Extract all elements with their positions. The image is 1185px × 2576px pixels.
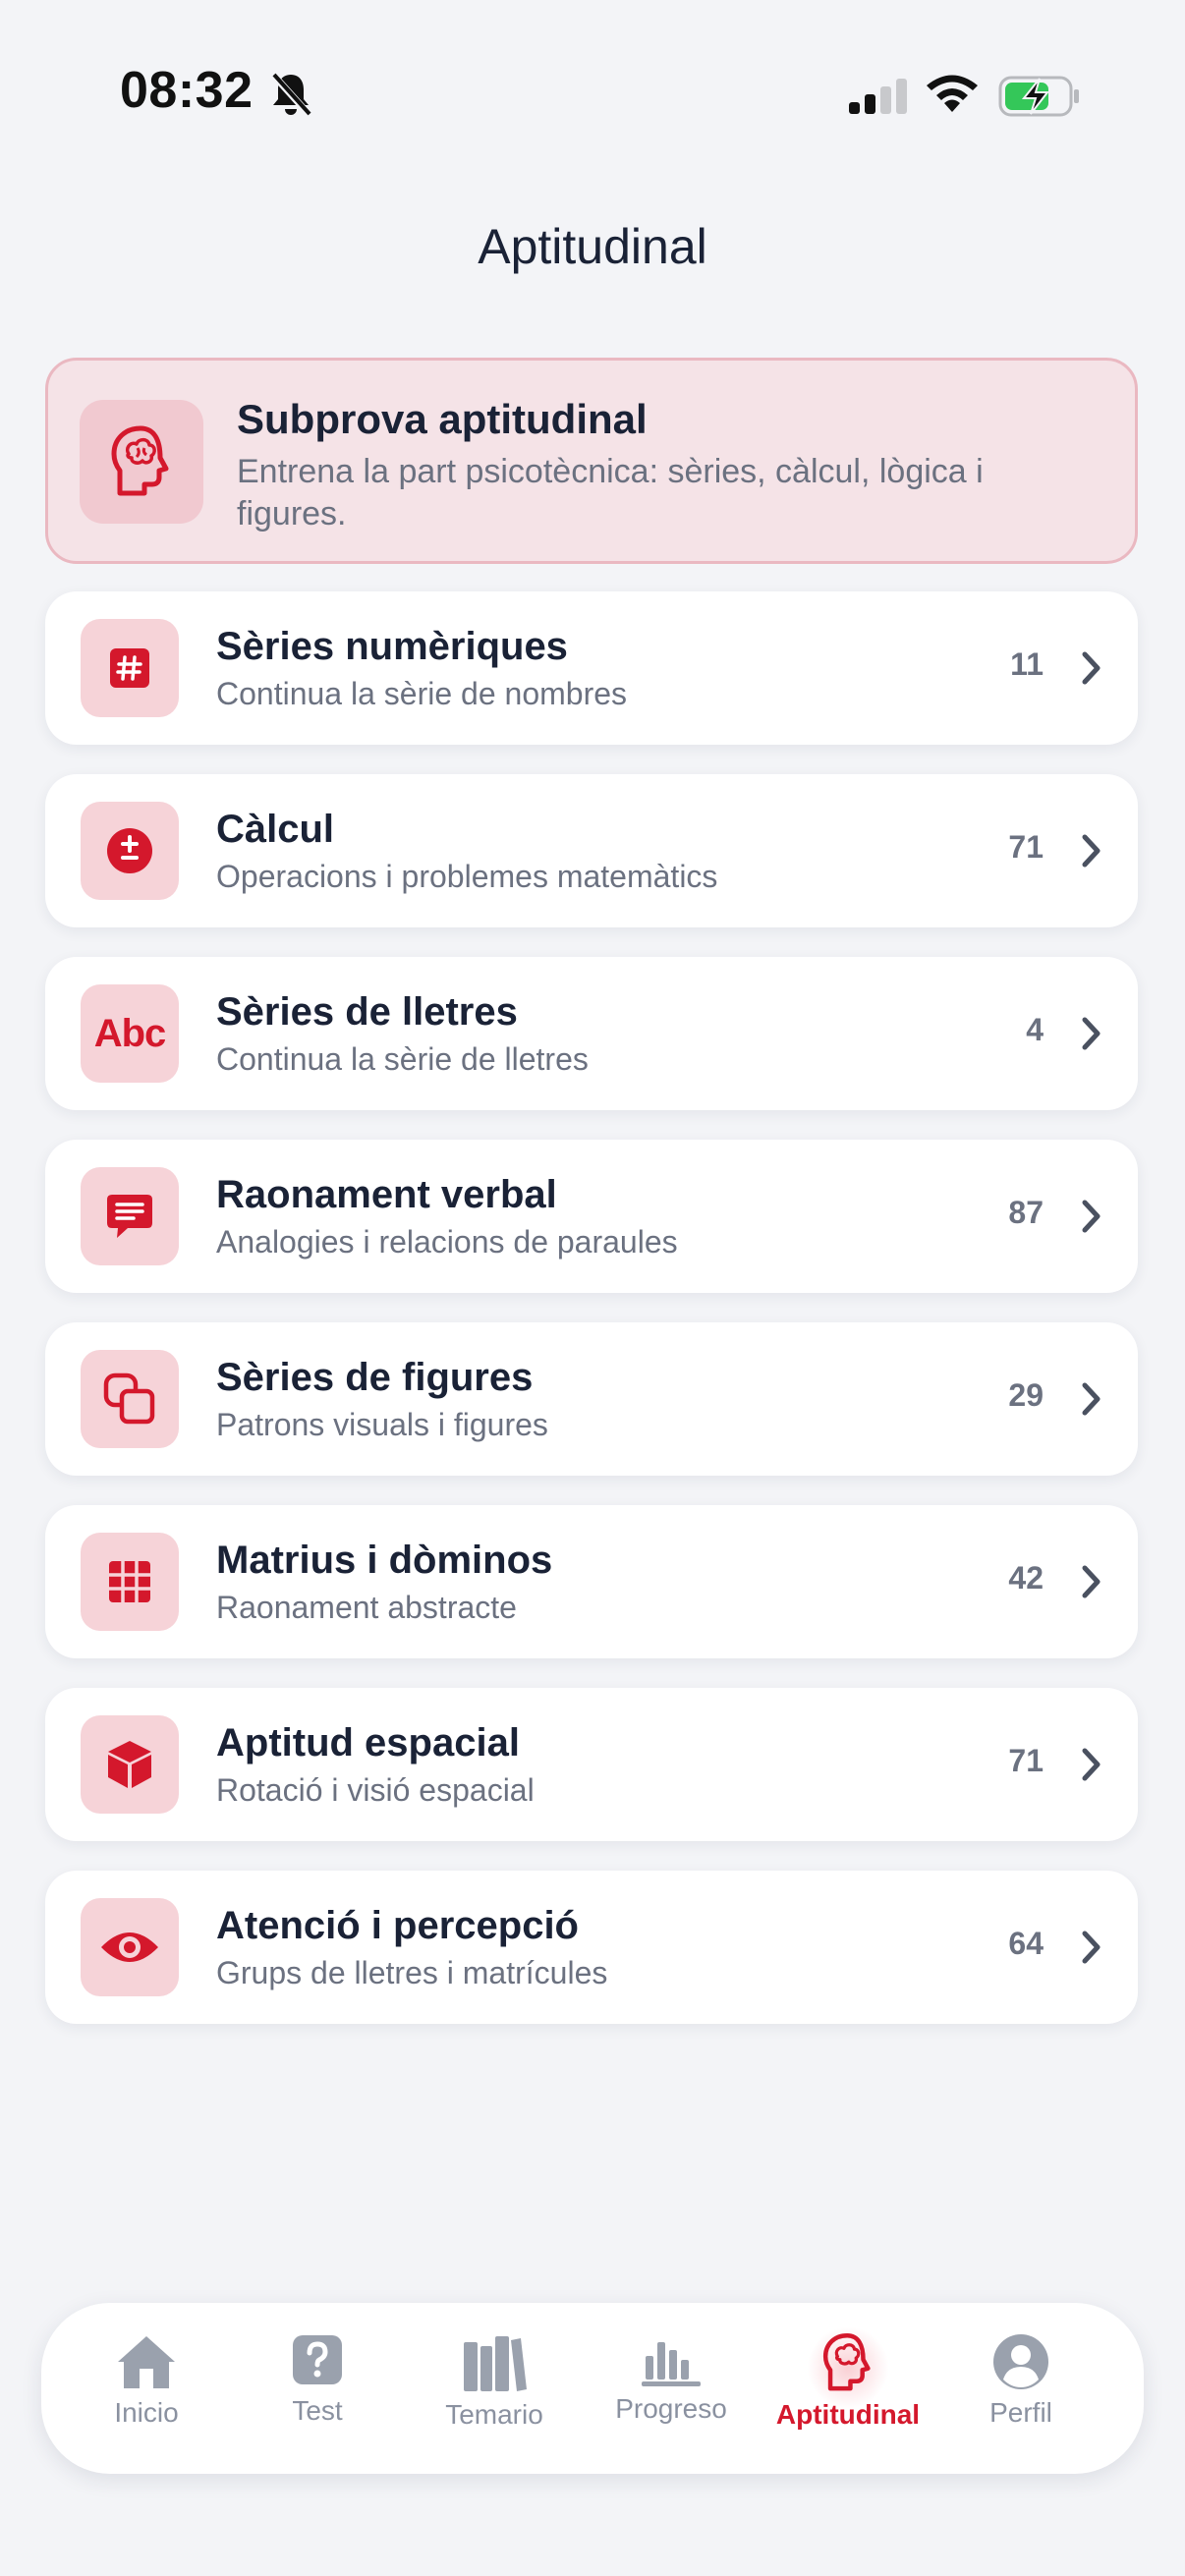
card-icon-box xyxy=(81,1533,179,1631)
tab-label: Inicio xyxy=(114,2397,179,2428)
chevron-right-icon xyxy=(1082,1382,1100,1416)
card-subtitle: Continua la sèrie de nombres xyxy=(216,676,628,711)
chevron-right-icon xyxy=(1082,834,1100,868)
house-icon xyxy=(118,2336,175,2388)
tab-inicio[interactable]: Inicio xyxy=(63,2332,230,2450)
card-icon-box: Abc xyxy=(81,984,179,1083)
tab-label: Test xyxy=(292,2395,343,2426)
eye-icon xyxy=(101,1932,158,1962)
card-count: 4 xyxy=(1026,1012,1044,1047)
chevron-right-icon xyxy=(1082,1017,1100,1050)
card-icon-box xyxy=(81,619,179,717)
tab-label: Perfil xyxy=(989,2397,1052,2428)
chevron-right-icon xyxy=(1082,1565,1100,1598)
category-item-matrices-dominoes[interactable]: Matrius i dòminos Raonament abstracte 42 xyxy=(45,1505,1138,1658)
bottom-tab-bar: Inicio Test Temario Progreso Aptitudinal… xyxy=(41,2303,1144,2474)
bell-slash-icon xyxy=(270,72,311,117)
hero-description: Entrena la part psicotècnica: sèries, cà… xyxy=(237,453,984,532)
card-count: 87 xyxy=(1008,1195,1044,1230)
status-time: 08:32 xyxy=(120,62,254,119)
card-icon-box xyxy=(81,1350,179,1448)
cellular-signal-icon xyxy=(849,79,907,114)
category-item-attention-perception[interactable]: Atenció i percepció Grups de lletres i m… xyxy=(45,1871,1138,2024)
card-title: Matrius i dòminos xyxy=(216,1539,553,1582)
books-icon xyxy=(464,2336,527,2391)
person-circle-icon xyxy=(993,2334,1048,2389)
wifi-icon xyxy=(927,75,978,112)
card-subtitle: Operacions i problemes matemàtics xyxy=(216,859,718,894)
category-list: Sèries numèriques Continua la sèrie de n… xyxy=(45,591,1138,2053)
category-item-numeric-series[interactable]: Sèries numèriques Continua la sèrie de n… xyxy=(45,591,1138,745)
card-icon-box xyxy=(81,1898,179,1996)
card-count: 64 xyxy=(1008,1926,1044,1961)
aptitudinal-screen: 08:32 Aptitudinal Subprova aptitudinal E… xyxy=(0,0,1185,2576)
battery-charging-icon xyxy=(998,76,1079,117)
card-subtitle: Continua la sèrie de lletres xyxy=(216,1041,589,1077)
card-icon-box xyxy=(81,802,179,900)
card-title: Càlcul xyxy=(216,808,335,851)
tab-label: Progreso xyxy=(615,2393,727,2424)
hero-title: Subprova aptitudinal xyxy=(237,396,648,442)
card-title: Aptitud espacial xyxy=(216,1721,520,1764)
card-subtitle: Raonament abstracte xyxy=(216,1590,517,1625)
card-title: Raonament verbal xyxy=(216,1173,557,1216)
text-bubble-icon xyxy=(107,1195,152,1238)
card-icon-box xyxy=(81,1167,179,1265)
card-subtitle: Rotació i visió espacial xyxy=(216,1772,535,1808)
card-title: Atenció i percepció xyxy=(216,1904,579,1947)
plus-minus-icon xyxy=(107,828,152,873)
card-count: 29 xyxy=(1008,1377,1044,1413)
tab-perfil[interactable]: Perfil xyxy=(937,2332,1104,2450)
card-subtitle: Grups de lletres i matrícules xyxy=(216,1955,608,1990)
tab-progreso[interactable]: Progreso xyxy=(588,2332,755,2450)
chevron-right-icon xyxy=(1082,1931,1100,1964)
bar-chart-icon xyxy=(642,2342,701,2386)
category-item-verbal-reasoning[interactable]: Raonament verbal Analogies i relacions d… xyxy=(45,1140,1138,1293)
page-title: Aptitudinal xyxy=(478,219,707,274)
category-item-spatial-aptitude[interactable]: Aptitud espacial Rotació i visió espacia… xyxy=(45,1688,1138,1841)
chevron-right-icon xyxy=(1082,1200,1100,1233)
card-title: Sèries numèriques xyxy=(216,625,568,668)
card-count: 11 xyxy=(1010,646,1044,682)
category-item-letter-series[interactable]: Abc Sèries de lletres Continua la sèrie … xyxy=(45,957,1138,1110)
chevron-right-icon xyxy=(1082,1748,1100,1781)
tab-label: Temario xyxy=(445,2399,543,2430)
cube-icon xyxy=(108,1741,151,1788)
tab-temario[interactable]: Temario xyxy=(411,2332,578,2450)
tab-test[interactable]: Test xyxy=(234,2332,401,2450)
grid-icon xyxy=(109,1561,150,1602)
card-title: Sèries de lletres xyxy=(216,990,518,1034)
hero-icon-box xyxy=(80,400,203,524)
card-icon-box xyxy=(81,1715,179,1814)
chevron-right-icon xyxy=(1082,651,1100,685)
card-count: 71 xyxy=(1008,829,1044,865)
overlapping-squares-icon xyxy=(103,1372,155,1425)
card-count: 42 xyxy=(1008,1560,1044,1596)
card-subtitle: Analogies i relacions de paraules xyxy=(216,1224,678,1260)
card-title: Sèries de figures xyxy=(216,1356,534,1399)
hash-icon xyxy=(110,648,149,688)
aptitude-intro-card: Subprova aptitudinal Entrena la part psi… xyxy=(45,358,1138,564)
tab-aptitudinal[interactable]: Aptitudinal xyxy=(764,2326,931,2450)
category-item-calculation[interactable]: Càlcul Operacions i problemes matemàtics… xyxy=(45,774,1138,927)
question-square-icon xyxy=(293,2335,342,2384)
category-item-figure-series[interactable]: Sèries de figures Patrons visuals i figu… xyxy=(45,1322,1138,1476)
brain-head-icon xyxy=(822,2333,871,2391)
abc-icon: Abc xyxy=(93,1011,167,1055)
card-count: 71 xyxy=(1008,1743,1044,1778)
card-subtitle: Patrons visuals i figures xyxy=(216,1407,548,1442)
brain-head-icon xyxy=(111,425,169,496)
